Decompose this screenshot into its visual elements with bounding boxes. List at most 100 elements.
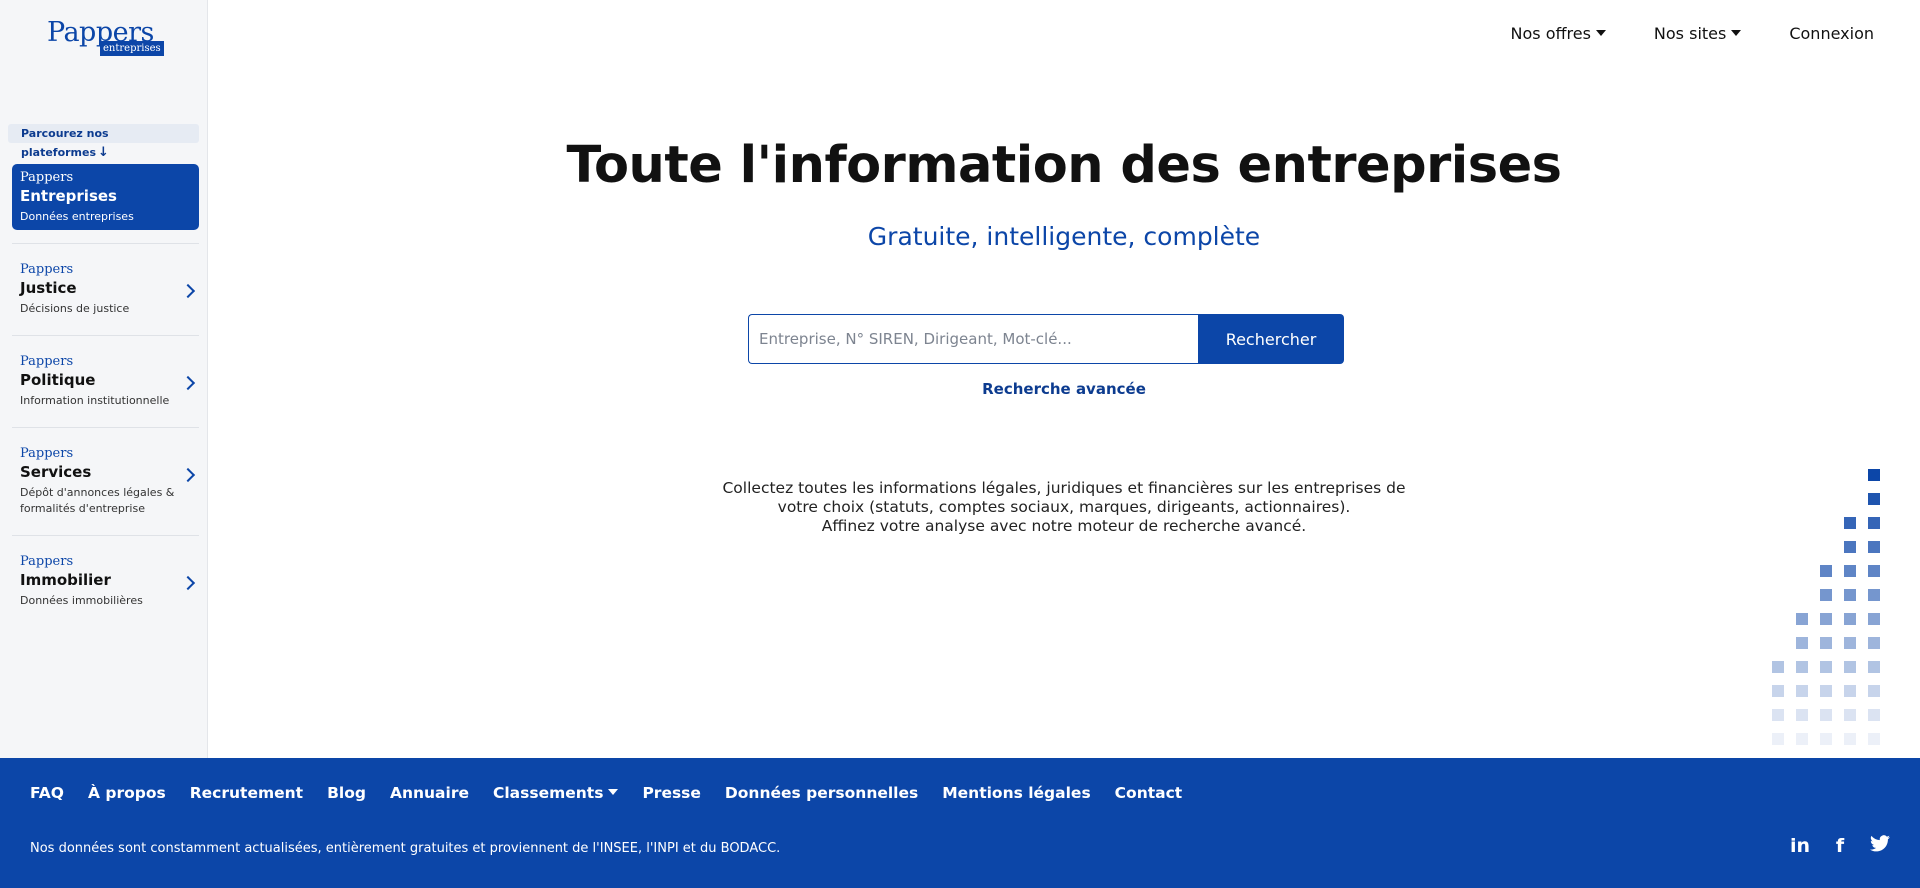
decorative-square: [1844, 565, 1856, 577]
decorative-square: [1772, 661, 1784, 673]
decorative-square: [1868, 733, 1880, 745]
page-title: Toute l'information des entreprises: [566, 136, 1562, 195]
platform-name: Politique: [20, 371, 96, 389]
intro-line: Affinez votre analyse avec notre moteur …: [821, 517, 1307, 535]
decorative-square: [1820, 637, 1832, 649]
decorative-square: [1820, 709, 1832, 721]
nav-sites-dropdown[interactable]: Nos sites: [1653, 24, 1742, 44]
sidebar-item-entreprises[interactable]: Pappers Entreprises Données entreprises: [12, 164, 199, 230]
page-subtitle: Gratuite, intelligente, complète: [867, 222, 1261, 251]
search-bar: Rechercher: [748, 314, 1344, 364]
decorative-square: [1868, 661, 1880, 673]
footer-note: Nos données sont constamment actualisées…: [30, 841, 781, 856]
decorative-square: [1772, 709, 1784, 721]
platform-brand: Pappers: [20, 262, 74, 277]
decorative-square: [1796, 685, 1808, 697]
caret-down-icon: [1595, 30, 1606, 36]
platform-sidebar: Pappers entreprises Parcourez nos platef…: [0, 0, 208, 758]
platform-brand: Pappers: [20, 446, 74, 461]
sidebar-item-politique[interactable]: Pappers Politique Information institutio…: [12, 354, 199, 409]
decorative-square: [1820, 685, 1832, 697]
platform-desc: Données immobilières: [20, 594, 143, 607]
decorative-square: [1772, 733, 1784, 745]
decorative-square: [1844, 637, 1856, 649]
platform-name: Services: [20, 463, 92, 481]
decorative-square: [1796, 661, 1808, 673]
decorative-square: [1844, 661, 1856, 673]
pappers-logo[interactable]: Pappers entreprises: [47, 19, 164, 56]
platform-name: Entreprises: [20, 187, 117, 205]
decorative-square: [1844, 709, 1856, 721]
decorative-squares: [1764, 469, 1880, 747]
footer-links: FAQ À propos Recrutement Blog Annuaire C…: [30, 784, 1206, 802]
decorative-square: [1796, 733, 1808, 745]
twitter-icon[interactable]: [1870, 835, 1890, 857]
sidebar-divider: [12, 535, 199, 536]
login-link[interactable]: Connexion: [1789, 24, 1874, 44]
platform-brand: Pappers: [20, 170, 74, 185]
footer: FAQ À propos Recrutement Blog Annuaire C…: [0, 758, 1920, 888]
intro-line: votre choix (statuts, comptes sociaux, m…: [777, 498, 1351, 516]
search-input[interactable]: [748, 314, 1198, 364]
sidebar-divider: [12, 335, 199, 336]
sidebar-divider: [12, 243, 199, 244]
intro-line: Collectez toutes les informations légale…: [722, 479, 1406, 497]
nav-sites-label: Nos sites: [1653, 24, 1727, 43]
linkedin-icon[interactable]: in: [1790, 835, 1810, 857]
decorative-square: [1820, 613, 1832, 625]
search-button[interactable]: Rechercher: [1198, 314, 1344, 364]
advanced-search-link[interactable]: Recherche avancée: [208, 380, 1920, 398]
caret-down-icon: [608, 789, 619, 795]
nav-offers-dropdown[interactable]: Nos offres: [1511, 24, 1606, 44]
platform-desc: Données entreprises: [20, 210, 134, 223]
platform-desc: Décisions de justice: [20, 302, 130, 315]
platform-brand: Pappers: [20, 354, 74, 369]
arrow-down-icon: ↓: [98, 145, 109, 160]
footer-link-contact[interactable]: Contact: [1115, 784, 1183, 802]
decorative-square: [1868, 685, 1880, 697]
decorative-square: [1772, 685, 1784, 697]
footer-link-blog[interactable]: Blog: [327, 784, 366, 802]
sidebar-item-justice[interactable]: Pappers Justice Décisions de justice: [12, 262, 199, 317]
logo-sub-badge: entreprises: [100, 41, 164, 56]
decorative-square: [1796, 709, 1808, 721]
decorative-square: [1820, 733, 1832, 745]
platform-name: Immobilier: [20, 571, 111, 589]
browse-platforms-text: Parcourez nos plateformes: [21, 127, 109, 159]
footer-link-rankings[interactable]: Classements: [493, 784, 619, 802]
intro-description: Collectez toutes les informations légale…: [208, 479, 1920, 536]
top-nav: Nos offres Nos sites Connexion: [1463, 24, 1874, 44]
footer-link-jobs[interactable]: Recrutement: [190, 784, 303, 802]
decorative-square: [1868, 565, 1880, 577]
facebook-icon[interactable]: f: [1830, 835, 1850, 857]
decorative-square: [1820, 565, 1832, 577]
footer-link-faq[interactable]: FAQ: [30, 784, 64, 802]
decorative-square: [1820, 589, 1832, 601]
decorative-square: [1868, 517, 1880, 529]
platform-name: Justice: [20, 279, 77, 297]
decorative-square: [1868, 493, 1880, 505]
footer-link-press[interactable]: Presse: [642, 784, 700, 802]
social-links: in f: [1790, 835, 1890, 857]
decorative-square: [1844, 733, 1856, 745]
footer-link-privacy[interactable]: Données personnelles: [725, 784, 918, 802]
platform-desc: Dépôt d'annonces légales & formalités d'…: [20, 486, 175, 515]
browse-platforms-label: Parcourez nos plateformes ↓: [8, 124, 199, 160]
footer-link-legal[interactable]: Mentions légales: [942, 784, 1090, 802]
decorative-square: [1796, 637, 1808, 649]
footer-link-about[interactable]: À propos: [88, 784, 166, 802]
decorative-square: [1868, 613, 1880, 625]
decorative-square: [1820, 661, 1832, 673]
decorative-square: [1844, 613, 1856, 625]
sidebar-item-immobilier[interactable]: Pappers Immobilier Données immobilières: [12, 554, 199, 609]
decorative-square: [1844, 589, 1856, 601]
platform-desc: Information institutionnelle: [20, 394, 170, 407]
sidebar-divider: [12, 427, 199, 428]
caret-down-icon: [1731, 30, 1742, 36]
sidebar-item-services[interactable]: Pappers Services Dépôt d'annonces légale…: [12, 446, 199, 517]
platform-brand: Pappers: [20, 554, 74, 569]
footer-link-directory[interactable]: Annuaire: [390, 784, 469, 802]
decorative-square: [1868, 541, 1880, 553]
decorative-square: [1844, 541, 1856, 553]
decorative-square: [1844, 517, 1856, 529]
